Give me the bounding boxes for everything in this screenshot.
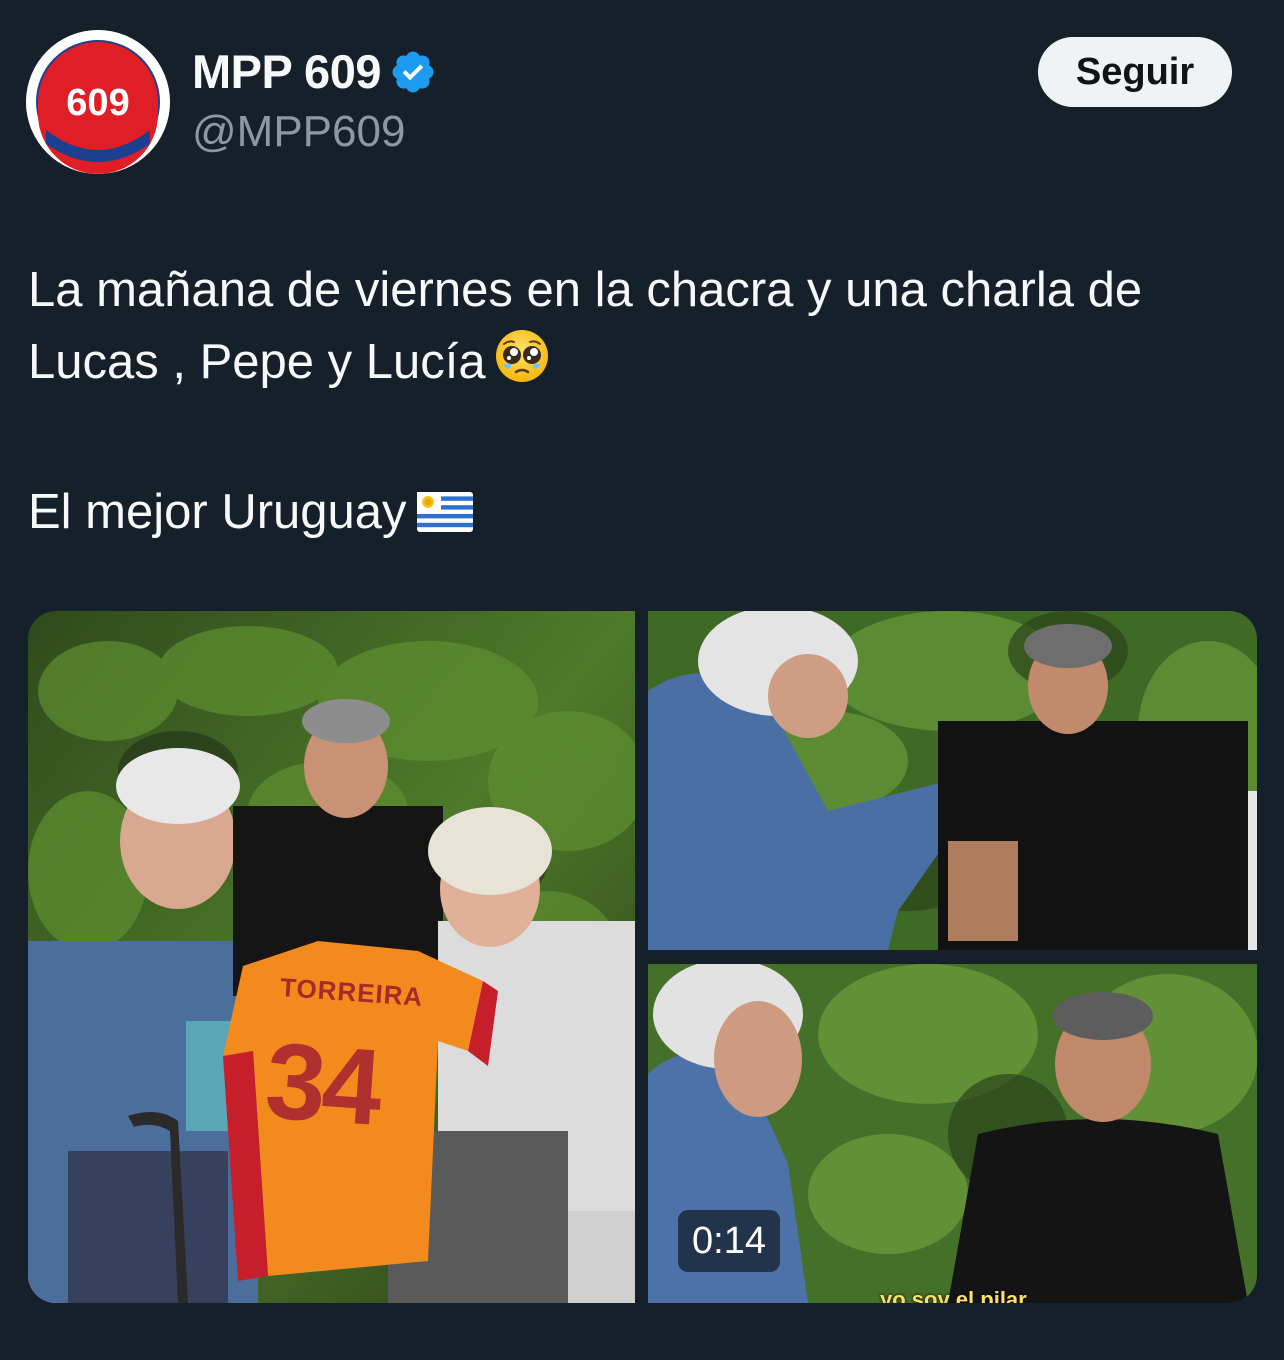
photo-image	[28, 611, 635, 1303]
tweet-line-3-row: El mejor Uruguay	[28, 476, 1258, 554]
photo-conversation[interactable]	[648, 611, 1257, 950]
verified-badge-icon[interactable]	[389, 48, 437, 96]
media-grid[interactable]: TORREIRA 34 0:14 yo soy el pilar	[28, 611, 1257, 1303]
video-player[interactable]: 0:14 yo soy el pilar	[648, 964, 1257, 1303]
jersey-number-text: 34	[261, 1019, 383, 1148]
tweet-line-2-row: Lucas , Pepe y Lucía	[28, 326, 1258, 404]
uruguay-flag-icon	[415, 482, 475, 554]
tweet-line-3: El mejor Uruguay	[28, 485, 407, 539]
tweet-text: La mañana de viernes en la chacra y una …	[28, 254, 1258, 554]
photo-image	[648, 611, 1257, 950]
tweet-line-1: La mañana de viernes en la chacra y una …	[28, 263, 1143, 317]
avatar[interactable]: 609	[26, 30, 170, 174]
follow-button[interactable]: Seguir	[1038, 37, 1232, 107]
author-name-row[interactable]: MPP 609	[192, 44, 437, 100]
photo-group-jersey[interactable]: TORREIRA 34	[28, 611, 635, 1303]
tweet-line-2: Lucas , Pepe y Lucía	[28, 335, 486, 389]
video-subtitle: yo soy el pilar	[880, 1287, 1027, 1303]
pleading-face-emoji-icon	[494, 328, 550, 404]
video-duration-badge: 0:14	[678, 1210, 780, 1272]
mpp-logo-icon: 609	[26, 30, 170, 174]
avatar-text: 609	[66, 82, 129, 124]
author-handle[interactable]: @MPP609	[192, 106, 405, 158]
display-name[interactable]: MPP 609	[192, 44, 381, 100]
